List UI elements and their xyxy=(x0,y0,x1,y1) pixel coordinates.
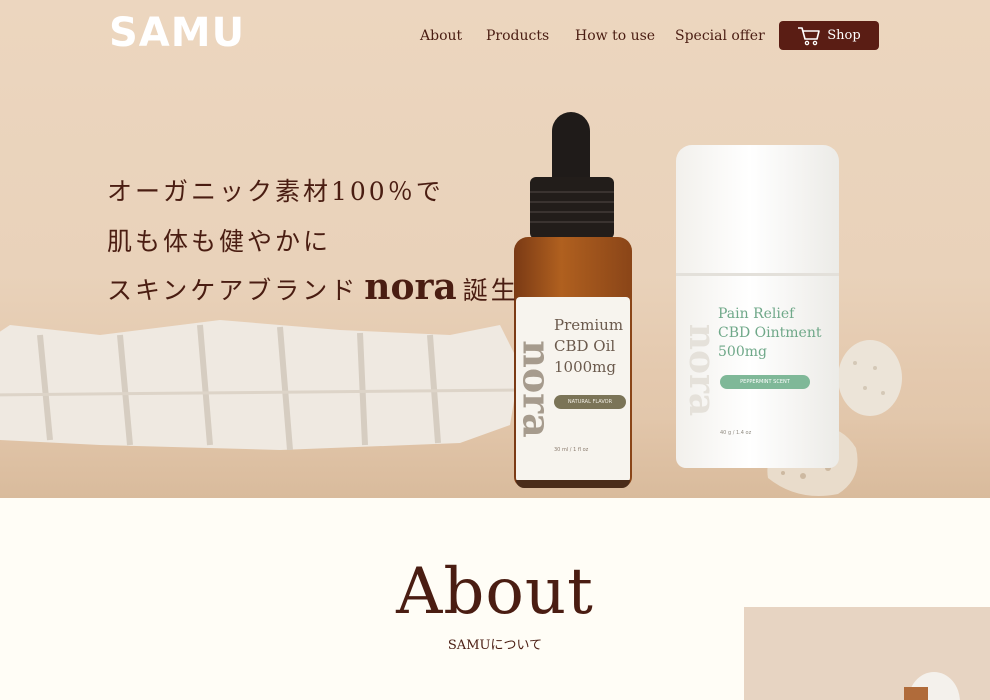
nav-how-to-use[interactable]: How to use xyxy=(575,28,655,44)
bottle-label: nora Premium CBD Oil 1000mg NATURAL FLAV… xyxy=(516,297,630,482)
bottle-line1: Premium xyxy=(554,316,624,334)
jar-brand-mark: nora xyxy=(682,324,716,416)
pebble-image xyxy=(838,340,902,416)
nav-about[interactable]: About xyxy=(420,28,462,44)
svg-text:nora: nora xyxy=(518,340,548,438)
jar-line1: Pain Relief xyxy=(718,306,795,322)
hero-headline-line3: スキンケアブランド nora 誕生 xyxy=(107,266,519,308)
site-logo[interactable]: SAMU xyxy=(109,10,245,56)
hero-headline-line2: 肌も体も健やかに xyxy=(107,227,332,256)
bottle-flavor-tag: NATURAL FLAVOR xyxy=(554,395,626,409)
hero-headline-prefix: スキンケアブランド xyxy=(107,276,359,305)
bottle-volume: 30 ml / 1 fl oz xyxy=(554,447,589,453)
stone-slab-image xyxy=(0,320,520,450)
hero-brand-name: nora xyxy=(364,266,457,308)
nav-products[interactable]: Products xyxy=(486,28,549,44)
bottle-base xyxy=(516,480,630,488)
shop-button[interactable]: Shop xyxy=(779,21,879,50)
bottle-line3: 1000mg xyxy=(554,358,616,376)
jar-line3: 500mg xyxy=(718,344,767,360)
hero-headline-line1: オーガニック素材100％で xyxy=(107,177,444,206)
cart-icon xyxy=(798,26,821,45)
about-product-photo xyxy=(744,607,990,700)
jar-scent-tag: PEPPERMINT SCENT xyxy=(720,375,810,389)
shop-label: Shop xyxy=(827,28,861,43)
svg-text:nora: nora xyxy=(682,324,716,416)
dropper-cap xyxy=(530,177,614,239)
about-photo-image xyxy=(744,607,990,700)
bottle-brand-mark: nora xyxy=(518,340,548,438)
dropper-bulb xyxy=(552,112,590,187)
cbd-oil-bottle: nora Premium CBD Oil 1000mg NATURAL FLAV… xyxy=(510,112,640,488)
jar-lid-seam xyxy=(676,273,839,276)
jar-line2: CBD Ointment xyxy=(718,325,822,341)
jar-label-text: Pain Relief CBD Ointment 500mg xyxy=(718,305,821,362)
nav-special-offer[interactable]: Special offer xyxy=(675,28,765,44)
jar-volume: 40 g / 1.4 oz xyxy=(720,430,752,436)
bottle-line2: CBD Oil xyxy=(554,337,616,355)
hero-headline-suffix: 誕生 xyxy=(462,276,519,305)
hero-section: nora Pain Relief CBD Ointment 500mg PEPP… xyxy=(0,0,990,498)
cbd-ointment-jar: nora Pain Relief CBD Ointment 500mg PEPP… xyxy=(676,145,839,468)
bottle-label-text: Premium CBD Oil 1000mg xyxy=(554,315,623,378)
